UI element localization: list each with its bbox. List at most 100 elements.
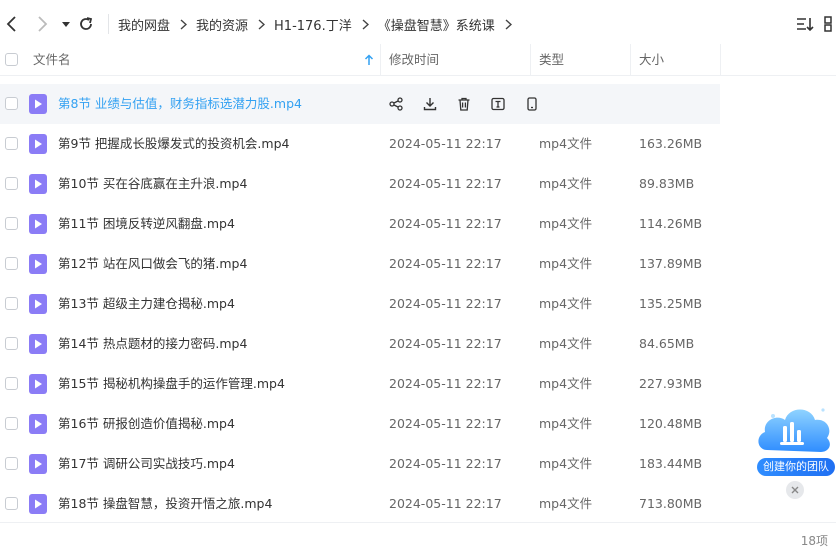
file-type: mp4文件 — [539, 296, 593, 311]
grid-view-icon[interactable] — [824, 16, 836, 35]
column-header-size[interactable]: 大小 — [639, 44, 664, 75]
column-divider — [720, 44, 721, 75]
breadcrumb-current[interactable]: 《操盘智慧》系统课 — [378, 15, 495, 34]
column-header-modified[interactable]: 修改时间 — [389, 44, 439, 75]
file-modified: 2024-05-11 22:17 — [389, 216, 502, 231]
file-size: 183.44MB — [639, 456, 703, 471]
chevron-right-icon — [362, 18, 369, 30]
row-checkbox[interactable] — [5, 377, 18, 390]
table-row[interactable]: 第10节 买在谷底赢在主升浪.mp4 2024-05-11 22:17 mp4文… — [0, 164, 720, 204]
column-header-name[interactable]: 文件名 — [33, 44, 71, 75]
file-size: 135.25MB — [639, 296, 703, 311]
row-checkbox[interactable] — [5, 497, 18, 510]
file-size: 137.89MB — [639, 256, 703, 271]
breadcrumb-item[interactable]: 我的资源 — [196, 15, 248, 34]
video-file-icon — [29, 334, 47, 354]
file-name[interactable]: 第16节 研报创造价值揭秘.mp4 — [58, 404, 235, 444]
file-modified: 2024-05-11 22:17 — [389, 496, 502, 511]
nav-divider — [108, 14, 109, 34]
file-size: 713.80MB — [639, 496, 703, 511]
file-size: 227.93MB — [639, 376, 703, 391]
chevron-right-icon — [505, 18, 512, 30]
file-type: mp4文件 — [539, 216, 593, 231]
file-name[interactable]: 第9节 把握成长股爆发式的投资机会.mp4 — [58, 124, 289, 164]
file-name[interactable]: 第12节 站在风口做会飞的猪.mp4 — [58, 244, 247, 284]
table-row[interactable]: 第8节 业绩与估值，财务指标选潜力股.mp4 — [0, 84, 720, 124]
file-type: mp4文件 — [539, 336, 593, 351]
table-row[interactable]: 第18节 操盘智慧，投资开悟之旅.mp4 2024-05-11 22:17 mp… — [0, 484, 720, 524]
row-checkbox[interactable] — [5, 417, 18, 430]
table-row[interactable]: 第11节 困境反转逆风翻盘.mp4 2024-05-11 22:17 mp4文件… — [0, 204, 720, 244]
video-file-icon — [29, 414, 47, 434]
file-size: 84.65MB — [639, 336, 695, 351]
file-modified: 2024-05-11 22:17 — [389, 376, 502, 391]
file-type: mp4文件 — [539, 136, 593, 151]
file-name[interactable]: 第8节 业绩与估值，财务指标选潜力股.mp4 — [58, 84, 302, 124]
table-row[interactable]: 第12节 站在风口做会飞的猪.mp4 2024-05-11 22:17 mp4文… — [0, 244, 720, 284]
video-file-icon — [29, 454, 47, 474]
file-name[interactable]: 第13节 超级主力建仓揭秘.mp4 — [58, 284, 235, 324]
rename-icon[interactable] — [491, 97, 505, 111]
file-modified: 2024-05-11 22:17 — [389, 296, 502, 311]
file-type: mp4文件 — [539, 376, 593, 391]
file-name[interactable]: 第17节 调研公司实战技巧.mp4 — [58, 444, 235, 484]
select-all-checkbox[interactable] — [5, 53, 18, 66]
file-type: mp4文件 — [539, 176, 593, 191]
file-modified: 2024-05-11 22:17 — [389, 176, 502, 191]
video-file-icon — [29, 294, 47, 314]
table-row[interactable]: 第15节 揭秘机构操盘手的运作管理.mp4 2024-05-11 22:17 m… — [0, 364, 720, 404]
file-name[interactable]: 第18节 操盘智慧，投资开悟之旅.mp4 — [58, 484, 272, 524]
history-dropdown-icon[interactable] — [56, 14, 76, 34]
team-cloud-icon — [758, 408, 830, 452]
sort-ascending-icon[interactable] — [364, 54, 374, 69]
breadcrumb-item[interactable]: H1-176.丁洋 — [274, 15, 352, 34]
table-row[interactable]: 第16节 研报创造价值揭秘.mp4 2024-05-11 22:17 mp4文件… — [0, 404, 720, 444]
breadcrumb-item[interactable]: 我的网盘 — [118, 15, 170, 34]
file-name[interactable]: 第15节 揭秘机构操盘手的运作管理.mp4 — [58, 364, 285, 404]
delete-icon[interactable] — [457, 97, 471, 111]
back-arrow-icon[interactable] — [2, 14, 22, 34]
row-checkbox[interactable] — [5, 137, 18, 150]
column-divider — [380, 44, 381, 75]
video-file-icon — [29, 174, 47, 194]
file-size: 89.83MB — [639, 176, 695, 191]
file-name[interactable]: 第11节 困境反转逆风翻盘.mp4 — [58, 204, 235, 244]
table-row[interactable]: 第14节 热点题材的接力密码.mp4 2024-05-11 22:17 mp4文… — [0, 324, 720, 364]
table-row[interactable]: 第9节 把握成长股爆发式的投资机会.mp4 2024-05-11 22:17 m… — [0, 124, 720, 164]
file-type: mp4文件 — [539, 256, 593, 271]
row-checkbox[interactable] — [5, 257, 18, 270]
video-file-icon — [29, 134, 47, 154]
row-checkbox[interactable] — [5, 97, 18, 110]
table-row[interactable]: 第17节 调研公司实战技巧.mp4 2024-05-11 22:17 mp4文件… — [0, 444, 720, 484]
file-size: 163.26MB — [639, 136, 703, 151]
video-file-icon — [29, 374, 47, 394]
file-size: 114.26MB — [639, 216, 703, 231]
file-type: mp4文件 — [539, 456, 593, 471]
column-divider — [630, 44, 631, 75]
video-file-icon — [29, 494, 47, 514]
sort-icon[interactable] — [796, 16, 814, 35]
close-icon[interactable] — [786, 481, 804, 499]
refresh-icon[interactable] — [76, 14, 96, 34]
share-icon[interactable] — [389, 97, 403, 111]
row-checkbox[interactable] — [5, 337, 18, 350]
column-header-type[interactable]: 类型 — [539, 44, 564, 75]
phone-send-icon[interactable] — [525, 97, 539, 111]
row-checkbox[interactable] — [5, 217, 18, 230]
row-actions — [389, 84, 559, 124]
create-team-label[interactable]: 创建你的团队 — [757, 458, 835, 476]
file-modified: 2024-05-11 22:17 — [389, 336, 502, 351]
file-name[interactable]: 第10节 买在谷底赢在主升浪.mp4 — [58, 164, 247, 204]
file-size: 120.48MB — [639, 416, 703, 431]
forward-arrow-icon[interactable] — [32, 14, 52, 34]
table-row[interactable]: 第13节 超级主力建仓揭秘.mp4 2024-05-11 22:17 mp4文件… — [0, 284, 720, 324]
row-checkbox[interactable] — [5, 457, 18, 470]
file-name[interactable]: 第14节 热点题材的接力密码.mp4 — [58, 324, 247, 364]
file-type: mp4文件 — [539, 416, 593, 431]
video-file-icon — [29, 94, 47, 114]
row-checkbox[interactable] — [5, 177, 18, 190]
file-modified: 2024-05-11 22:17 — [389, 456, 502, 471]
row-checkbox[interactable] — [5, 297, 18, 310]
download-icon[interactable] — [423, 97, 437, 111]
video-file-icon — [29, 254, 47, 274]
